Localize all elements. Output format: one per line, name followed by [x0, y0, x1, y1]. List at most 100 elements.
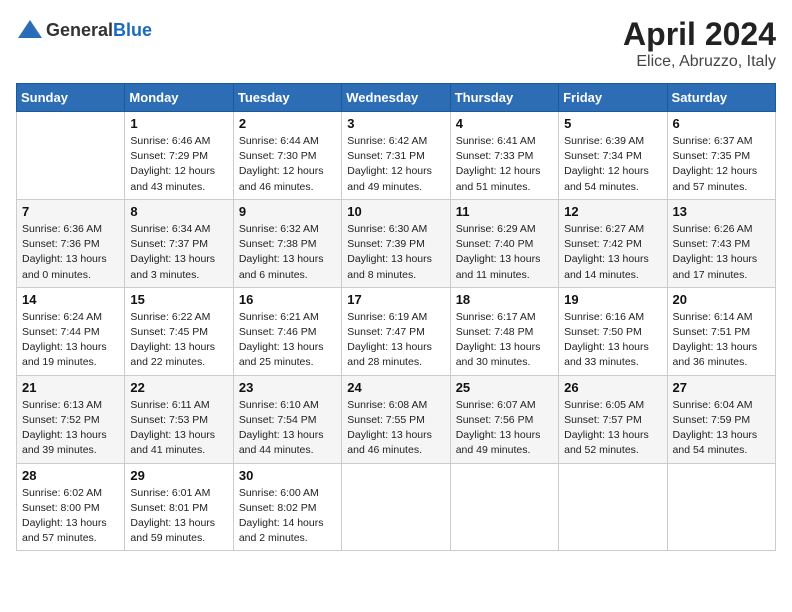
day-info: Sunrise: 6:36 AMSunset: 7:36 PMDaylight:… [22, 222, 119, 283]
day-info: Sunrise: 6:30 AMSunset: 7:39 PMDaylight:… [347, 222, 444, 283]
day-info: Sunrise: 6:42 AMSunset: 7:31 PMDaylight:… [347, 134, 444, 195]
day-number: 24 [347, 380, 444, 395]
calendar-body: 1 Sunrise: 6:46 AMSunset: 7:29 PMDaylight… [17, 112, 776, 551]
day-info: Sunrise: 6:37 AMSunset: 7:35 PMDaylight:… [673, 134, 770, 195]
calendar-week-5: 28 Sunrise: 6:02 AMSunset: 8:00 PMDayligh… [17, 463, 776, 551]
calendar-week-2: 7 Sunrise: 6:36 AMSunset: 7:36 PMDaylight… [17, 199, 776, 287]
day-number: 19 [564, 292, 661, 307]
day-number: 4 [456, 116, 553, 131]
calendar-cell: 4 Sunrise: 6:41 AMSunset: 7:33 PMDaylight… [450, 112, 558, 200]
day-number: 8 [130, 204, 227, 219]
calendar-cell: 2Sunrise: 6:44 AMSunset: 7:30 PMDaylight… [233, 112, 341, 200]
day-info: Sunrise: 6:41 AMSunset: 7:33 PMDaylight:… [456, 134, 553, 195]
day-info: Sunrise: 6:05 AMSunset: 7:57 PMDaylight:… [564, 398, 661, 459]
day-number: 16 [239, 292, 336, 307]
calendar-cell: 26 Sunrise: 6:05 AMSunset: 7:57 PMDayligh… [559, 375, 667, 463]
weekday-header-thursday: Thursday [450, 84, 558, 112]
calendar-cell: 3 Sunrise: 6:42 AMSunset: 7:31 PMDaylight… [342, 112, 450, 200]
calendar-cell: 8 Sunrise: 6:34 AMSunset: 7:37 PMDaylight… [125, 199, 233, 287]
day-number: 29 [130, 468, 227, 483]
day-number: 9 [239, 204, 336, 219]
calendar-cell: 5 Sunrise: 6:39 AMSunset: 7:34 PMDaylight… [559, 112, 667, 200]
calendar-cell: 11 Sunrise: 6:29 AMSunset: 7:40 PMDayligh… [450, 199, 558, 287]
calendar-cell: 20Sunrise: 6:14 AMSunset: 7:51 PMDayligh… [667, 287, 775, 375]
day-number: 18 [456, 292, 553, 307]
calendar-cell: 9Sunrise: 6:32 AMSunset: 7:38 PMDaylight… [233, 199, 341, 287]
day-number: 11 [456, 204, 553, 219]
day-number: 7 [22, 204, 119, 219]
logo-text-blue: Blue [113, 20, 152, 40]
day-number: 22 [130, 380, 227, 395]
calendar-cell: 1 Sunrise: 6:46 AMSunset: 7:29 PMDaylight… [125, 112, 233, 200]
calendar-cell: 18Sunrise: 6:17 AMSunset: 7:48 PMDayligh… [450, 287, 558, 375]
day-info: Sunrise: 6:44 AMSunset: 7:30 PMDaylight:… [239, 134, 336, 195]
day-number: 14 [22, 292, 119, 307]
day-info: Sunrise: 6:13 AMSunset: 7:52 PMDaylight:… [22, 398, 119, 459]
title-block: April 2024 Elice, Abruzzo, Italy [623, 16, 776, 71]
day-info: Sunrise: 6:00 AMSunset: 8:02 PMDaylight:… [239, 486, 336, 547]
day-info: Sunrise: 6:46 AMSunset: 7:29 PMDaylight:… [130, 134, 227, 195]
calendar-cell: 21Sunrise: 6:13 AMSunset: 7:52 PMDayligh… [17, 375, 125, 463]
calendar-cell: 10 Sunrise: 6:30 AMSunset: 7:39 PMDayligh… [342, 199, 450, 287]
day-info: Sunrise: 6:08 AMSunset: 7:55 PMDaylight:… [347, 398, 444, 459]
calendar-cell: 30 Sunrise: 6:00 AMSunset: 8:02 PMDayligh… [233, 463, 341, 551]
calendar-cell [667, 463, 775, 551]
day-number: 3 [347, 116, 444, 131]
month-title: April 2024 [623, 16, 776, 53]
calendar-cell [342, 463, 450, 551]
day-number: 17 [347, 292, 444, 307]
weekday-header-sunday: Sunday [17, 84, 125, 112]
calendar-week-4: 21Sunrise: 6:13 AMSunset: 7:52 PMDayligh… [17, 375, 776, 463]
day-number: 13 [673, 204, 770, 219]
weekday-row: SundayMondayTuesdayWednesdayThursdayFrid… [17, 84, 776, 112]
day-number: 1 [130, 116, 227, 131]
day-number: 5 [564, 116, 661, 131]
day-info: Sunrise: 6:04 AMSunset: 7:59 PMDaylight:… [673, 398, 770, 459]
day-info: Sunrise: 6:19 AMSunset: 7:47 PMDaylight:… [347, 310, 444, 371]
calendar-cell [450, 463, 558, 551]
calendar-cell: 25 Sunrise: 6:07 AMSunset: 7:56 PMDayligh… [450, 375, 558, 463]
day-info: Sunrise: 6:26 AMSunset: 7:43 PMDaylight:… [673, 222, 770, 283]
calendar-week-3: 14 Sunrise: 6:24 AMSunset: 7:44 PMDayligh… [17, 287, 776, 375]
calendar-cell: 6 Sunrise: 6:37 AMSunset: 7:35 PMDaylight… [667, 112, 775, 200]
day-info: Sunrise: 6:10 AMSunset: 7:54 PMDaylight:… [239, 398, 336, 459]
day-number: 30 [239, 468, 336, 483]
day-info: Sunrise: 6:24 AMSunset: 7:44 PMDaylight:… [22, 310, 119, 371]
day-info: Sunrise: 6:07 AMSunset: 7:56 PMDaylight:… [456, 398, 553, 459]
weekday-header-friday: Friday [559, 84, 667, 112]
day-number: 15 [130, 292, 227, 307]
calendar-cell: 27Sunrise: 6:04 AMSunset: 7:59 PMDayligh… [667, 375, 775, 463]
day-number: 23 [239, 380, 336, 395]
day-number: 12 [564, 204, 661, 219]
calendar-table: SundayMondayTuesdayWednesdayThursdayFrid… [16, 83, 776, 551]
calendar-cell [559, 463, 667, 551]
day-info: Sunrise: 6:29 AMSunset: 7:40 PMDaylight:… [456, 222, 553, 283]
calendar-cell: 15Sunrise: 6:22 AMSunset: 7:45 PMDayligh… [125, 287, 233, 375]
day-info: Sunrise: 6:27 AMSunset: 7:42 PMDaylight:… [564, 222, 661, 283]
calendar-cell: 12 Sunrise: 6:27 AMSunset: 7:42 PMDayligh… [559, 199, 667, 287]
calendar-cell: 7 Sunrise: 6:36 AMSunset: 7:36 PMDaylight… [17, 199, 125, 287]
day-number: 6 [673, 116, 770, 131]
calendar-cell: 13 Sunrise: 6:26 AMSunset: 7:43 PMDayligh… [667, 199, 775, 287]
calendar-cell: 17 Sunrise: 6:19 AMSunset: 7:47 PMDayligh… [342, 287, 450, 375]
day-info: Sunrise: 6:39 AMSunset: 7:34 PMDaylight:… [564, 134, 661, 195]
day-number: 25 [456, 380, 553, 395]
logo: GeneralBlue [16, 16, 152, 44]
day-number: 10 [347, 204, 444, 219]
logo-icon [16, 16, 44, 44]
location-title: Elice, Abruzzo, Italy [623, 53, 776, 71]
logo-text-general: General [46, 20, 113, 40]
weekday-header-tuesday: Tuesday [233, 84, 341, 112]
day-number: 20 [673, 292, 770, 307]
day-info: Sunrise: 6:16 AMSunset: 7:50 PMDaylight:… [564, 310, 661, 371]
calendar-cell: 16Sunrise: 6:21 AMSunset: 7:46 PMDayligh… [233, 287, 341, 375]
calendar-cell: 23 Sunrise: 6:10 AMSunset: 7:54 PMDayligh… [233, 375, 341, 463]
day-info: Sunrise: 6:02 AMSunset: 8:00 PMDaylight:… [22, 486, 119, 547]
day-info: Sunrise: 6:34 AMSunset: 7:37 PMDaylight:… [130, 222, 227, 283]
day-number: 28 [22, 468, 119, 483]
calendar-cell: 28 Sunrise: 6:02 AMSunset: 8:00 PMDayligh… [17, 463, 125, 551]
weekday-header-monday: Monday [125, 84, 233, 112]
calendar-cell: 29Sunrise: 6:01 AMSunset: 8:01 PMDayligh… [125, 463, 233, 551]
day-number: 26 [564, 380, 661, 395]
calendar-week-1: 1 Sunrise: 6:46 AMSunset: 7:29 PMDaylight… [17, 112, 776, 200]
